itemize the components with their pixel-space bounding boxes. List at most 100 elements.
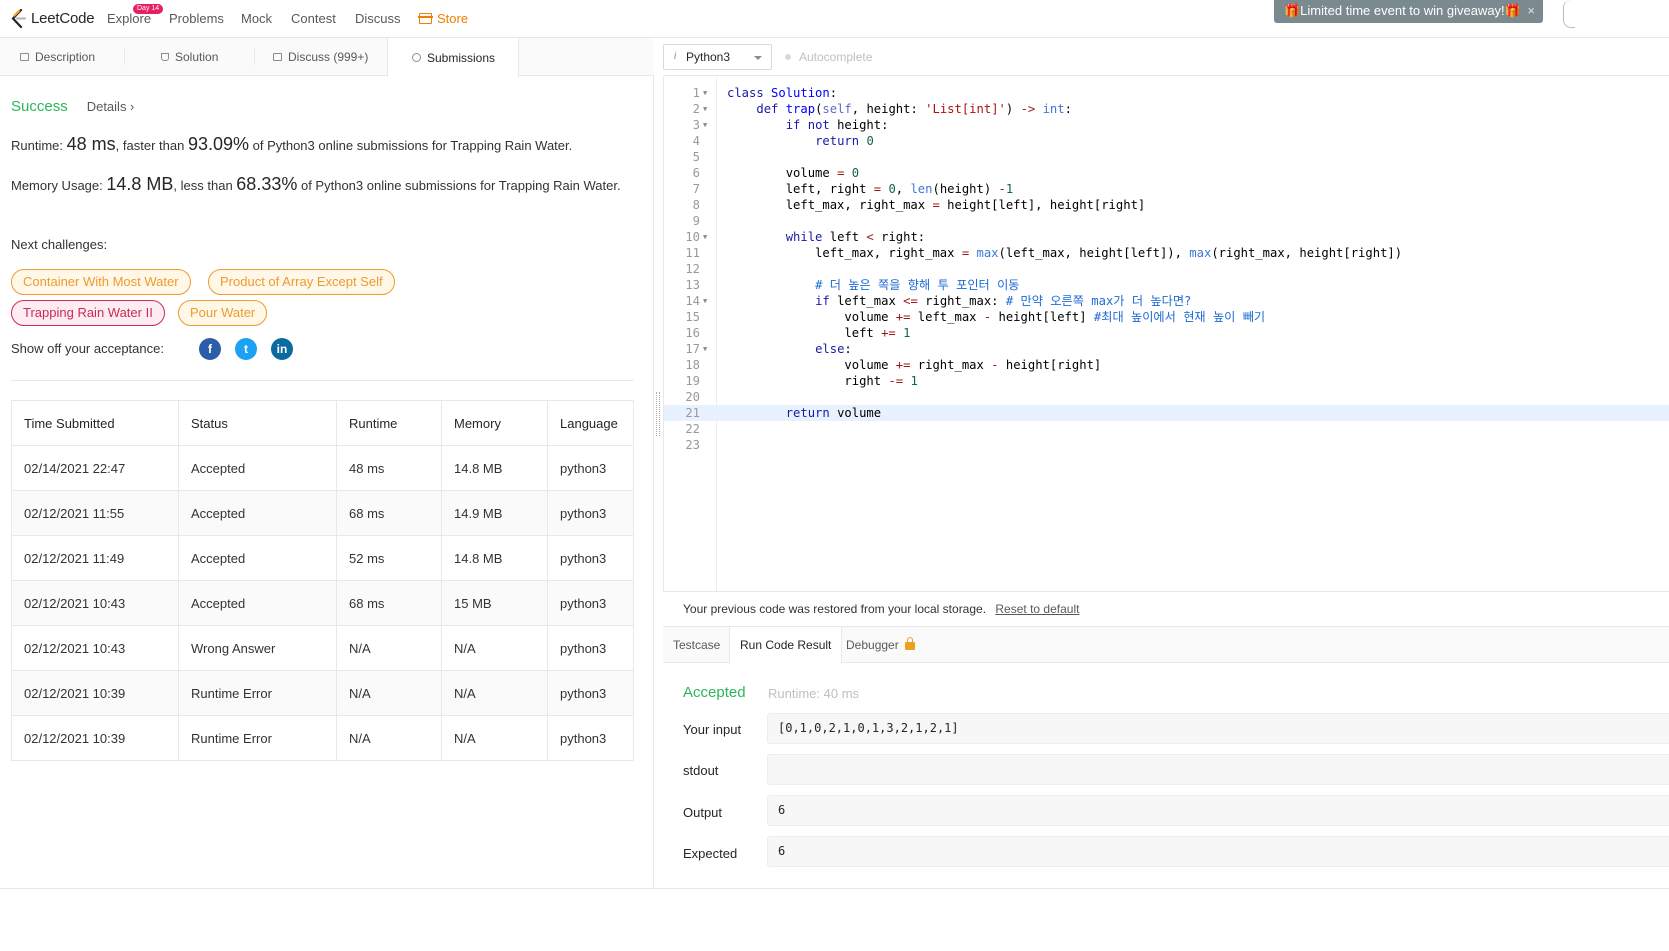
line-number: 20	[685, 390, 700, 404]
table-row[interactable]: 02/12/2021 10:43 Wrong Answer N/A N/A py…	[11, 625, 634, 671]
language-select[interactable]: i Python3	[663, 44, 772, 70]
table-row[interactable]: 02/12/2021 10:43 Accepted 68 ms 15 MB py…	[11, 580, 634, 626]
code-line[interactable]: 18 volume += right_max - height[right]	[664, 357, 1669, 373]
memory-prefix: Memory Usage:	[11, 178, 107, 193]
cell-status-link[interactable]: Wrong Answer	[178, 625, 337, 671]
code-line[interactable]: 6 volume = 0	[664, 165, 1669, 181]
close-icon[interactable]: ×	[1527, 0, 1535, 22]
cell-status-link[interactable]: Accepted	[178, 445, 337, 491]
fold-arrow-icon[interactable]: ▼	[703, 101, 707, 117]
autocomplete-toggle[interactable]: Autocomplete	[785, 50, 872, 64]
code-line[interactable]: 17 ▼ else:	[664, 341, 1669, 357]
code-line[interactable]: 7 left, right = 0, len(height) -1	[664, 181, 1669, 197]
runtime-prefix: Runtime:	[11, 138, 67, 153]
tab-submissions[interactable]: Submissions	[387, 38, 519, 77]
cell-runtime: N/A	[336, 715, 442, 761]
line-number: 23	[685, 438, 700, 452]
cell-time: 02/12/2021 10:43	[11, 625, 179, 671]
cell-time: 02/12/2021 11:49	[11, 535, 179, 581]
linkedin-icon[interactable]: in	[271, 338, 293, 360]
code-text: right -= 1	[727, 374, 918, 388]
cell-status-link[interactable]: Runtime Error	[178, 715, 337, 761]
twitter-icon[interactable]: t	[235, 338, 257, 360]
language-value: Python3	[686, 50, 731, 64]
code-line[interactable]: 2 ▼ def trap(self, height: 'List[int]') -…	[664, 101, 1669, 117]
challenge-pour-water[interactable]: Pour Water	[178, 300, 268, 326]
fold-arrow-icon[interactable]: ▼	[703, 117, 707, 133]
code-line[interactable]: 5	[664, 149, 1669, 165]
chevron-down-icon	[754, 56, 762, 60]
run-status: Accepted	[683, 684, 746, 701]
nav-mock[interactable]: Mock	[241, 11, 272, 26]
challenge-container-with-most-water[interactable]: Container With Most Water	[11, 269, 191, 295]
success-status[interactable]: Success	[11, 98, 68, 115]
code-line[interactable]: 19 right -= 1	[664, 373, 1669, 389]
panel-resize-handle[interactable]	[656, 392, 660, 436]
fold-arrow-icon[interactable]: ▼	[703, 229, 707, 245]
cell-status-link[interactable]: Accepted	[178, 490, 337, 536]
col-runtime: Runtime	[336, 400, 442, 446]
table-row[interactable]: 02/14/2021 22:47 Accepted 48 ms 14.8 MB …	[11, 445, 634, 491]
tab-run-code-result[interactable]: Run Code Result	[729, 627, 843, 664]
tab-testcase[interactable]: Testcase	[663, 627, 730, 663]
line-number: 19	[685, 374, 700, 388]
edge-tab-handle[interactable]	[1563, 0, 1575, 28]
line-number: 9	[692, 214, 700, 228]
facebook-icon[interactable]: f	[199, 338, 221, 360]
code-line[interactable]: 12	[664, 261, 1669, 277]
leetcode-logo[interactable]: LeetCode	[10, 9, 95, 28]
nav-store[interactable]: Store	[418, 11, 468, 26]
reset-to-default-link[interactable]: Reset to default	[995, 602, 1079, 616]
code-line[interactable]: 10 ▼ while left < right:	[664, 229, 1669, 245]
clock-icon	[412, 53, 421, 62]
line-number: 8	[692, 198, 700, 212]
code-line[interactable]: 1 ▼ class Solution:	[664, 85, 1669, 101]
table-row[interactable]: 02/12/2021 10:39 Runtime Error N/A N/A p…	[11, 670, 634, 716]
fold-arrow-icon[interactable]: ▼	[703, 341, 707, 357]
share-label: Show off your acceptance:	[11, 341, 164, 356]
giveaway-banner[interactable]: 🎁Limited time event to win giveaway!🎁 ×	[1274, 0, 1543, 23]
cell-runtime: 52 ms	[336, 535, 442, 581]
table-header-row: Time Submitted Status Runtime Memory Lan…	[11, 400, 634, 446]
tab-description[interactable]: Description	[20, 38, 95, 76]
table-row[interactable]: 02/12/2021 10:39 Runtime Error N/A N/A p…	[11, 715, 634, 761]
details-link[interactable]: Details ›	[87, 99, 135, 114]
code-line[interactable]: 20	[664, 389, 1669, 405]
cell-status-link[interactable]: Accepted	[178, 580, 337, 626]
fold-arrow-icon[interactable]: ▼	[703, 85, 707, 101]
table-row[interactable]: 02/12/2021 11:49 Accepted 52 ms 14.8 MB …	[11, 535, 634, 581]
code-line[interactable]: 13 # 더 높은 쪽을 향해 투 포인터 이동	[664, 277, 1669, 293]
code-line[interactable]: 4 return 0	[664, 133, 1669, 149]
tab-debugger[interactable]: Debugger	[836, 627, 925, 663]
table-row[interactable]: 02/12/2021 11:55 Accepted 68 ms 14.9 MB …	[11, 490, 634, 536]
code-line[interactable]: 22	[664, 421, 1669, 437]
cell-time: 02/14/2021 22:47	[11, 445, 179, 491]
memory-mid: , less than	[173, 178, 237, 193]
submission-detail-panel: Success Details › Runtime: 48 ms, faster…	[0, 76, 654, 888]
code-line[interactable]: 11 left_max, right_max = max(left_max, h…	[664, 245, 1669, 261]
cell-status-link[interactable]: Runtime Error	[178, 670, 337, 716]
challenge-trapping-rain-water-ii[interactable]: Trapping Rain Water II	[11, 300, 165, 326]
code-line[interactable]: 9	[664, 213, 1669, 229]
nav-discuss[interactable]: Discuss	[355, 11, 401, 26]
memory-value: 14.8 MB	[106, 174, 174, 194]
logo-text: LeetCode	[31, 10, 95, 27]
challenge-product-of-array-except-self[interactable]: Product of Array Except Self	[208, 269, 395, 295]
code-line[interactable]: 14 ▼ if left_max <= right_max: # 만약 오른쪽 m…	[664, 293, 1669, 309]
nav-contest[interactable]: Contest	[291, 11, 336, 26]
code-line[interactable]: 8 left_max, right_max = height[left], he…	[664, 197, 1669, 213]
tab-discuss[interactable]: Discuss (999+)	[273, 38, 368, 76]
code-line[interactable]: 16 left += 1	[664, 325, 1669, 341]
code-line[interactable]: 15 volume += left_max - height[left] #최대…	[664, 309, 1669, 325]
code-text: left, right = 0, len(height) -1	[727, 182, 1014, 196]
run-code-result-panel: Accepted Runtime: 40 ms Your input [0,1,…	[663, 664, 1669, 888]
code-line[interactable]: 23	[664, 437, 1669, 453]
tab-solution[interactable]: Solution	[161, 38, 218, 76]
code-line[interactable]: 21 return volume	[664, 405, 1669, 421]
code-line[interactable]: 3 ▼ if not height:	[664, 117, 1669, 133]
cell-status-link[interactable]: Accepted	[178, 535, 337, 581]
code-editor[interactable]: 1 ▼ class Solution: 2 ▼ def trap(self, heigh…	[663, 77, 1669, 591]
code-text: while left < right:	[785, 230, 926, 244]
nav-problems[interactable]: Problems	[169, 11, 224, 26]
fold-arrow-icon[interactable]: ▼	[703, 293, 707, 309]
